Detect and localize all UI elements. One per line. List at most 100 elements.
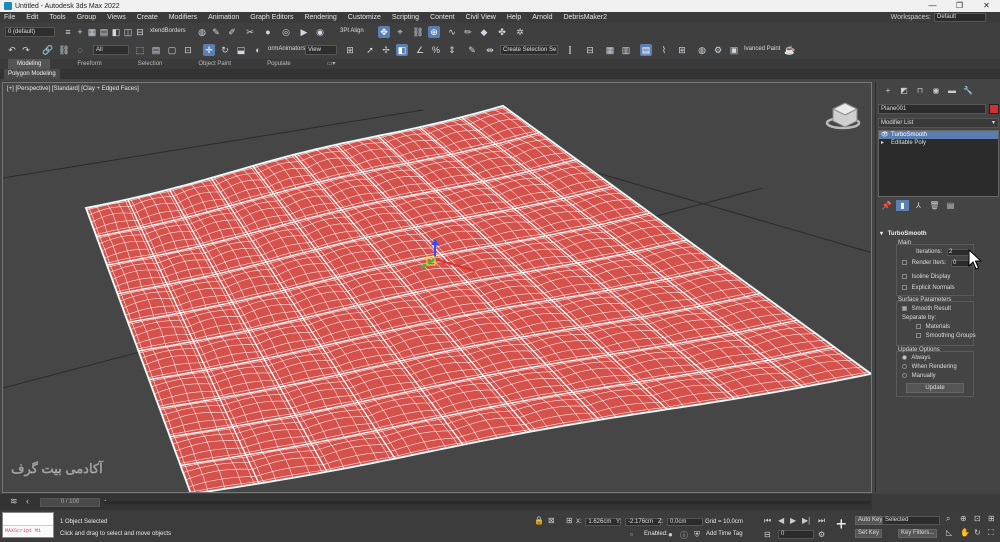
move-gizmo-icon[interactable]: ✥ bbox=[378, 26, 390, 38]
place-icon[interactable]: ◐ bbox=[252, 44, 264, 56]
paint-icon[interactable]: ✏ bbox=[462, 26, 474, 38]
layer-explorer-icon[interactable]: ▤ bbox=[98, 26, 110, 38]
explicit-normals-checkbox[interactable] bbox=[902, 285, 907, 290]
select-rotate-icon[interactable]: ↻ bbox=[219, 44, 231, 56]
viewport-label[interactable]: [+] [Perspective] [Standard] [Clay + Edg… bbox=[7, 86, 139, 92]
menu-group[interactable]: Group bbox=[77, 14, 96, 21]
set-key-button[interactable]: Set Key bbox=[855, 529, 883, 538]
add-time-tag[interactable]: Add Time Tag bbox=[706, 531, 743, 537]
menu-help[interactable]: Help bbox=[507, 14, 521, 21]
next-key-icon[interactable]: ▶| bbox=[802, 516, 810, 525]
tab-selection[interactable]: Selection bbox=[129, 59, 172, 69]
current-frame-field[interactable]: 0 bbox=[778, 530, 814, 539]
remove-modifier-icon[interactable]: 🗑 bbox=[928, 200, 941, 211]
maxscript-listener[interactable]: MAXScript Mi bbox=[2, 512, 54, 538]
set-key-icon[interactable]: + bbox=[836, 514, 847, 535]
sel-key-icon[interactable]: ▫ bbox=[630, 530, 633, 539]
menu-arnold[interactable]: Arnold bbox=[532, 14, 552, 21]
tab-populate[interactable]: Populate bbox=[258, 59, 300, 69]
stack-item-turbosmooth[interactable]: 👁 TurboSmooth bbox=[879, 131, 998, 139]
schematic-view-icon[interactable]: ⊞ bbox=[676, 44, 688, 56]
animators-label[interactable]: ormAnimators bbox=[268, 46, 305, 52]
align-icon[interactable]: ⫿ bbox=[564, 44, 576, 56]
fov-icon[interactable]: ◺ bbox=[946, 528, 952, 537]
show-end-result-icon[interactable]: ▮ bbox=[896, 200, 909, 211]
iterations-spinner[interactable]: 2 bbox=[947, 249, 970, 256]
y-field[interactable]: -2.176cm bbox=[625, 518, 662, 526]
menu-scripting[interactable]: Scripting bbox=[392, 14, 419, 21]
tab-modeling[interactable]: Modeling bbox=[8, 59, 51, 69]
minimize-button[interactable]: — bbox=[919, 0, 946, 12]
key-filters-button[interactable]: Key Filters... bbox=[898, 529, 938, 538]
grid-toggle-icon[interactable]: ▦ bbox=[86, 26, 98, 38]
z-field[interactable]: 0.0cm bbox=[667, 518, 704, 526]
zoom-extents-all-icon[interactable]: ⊞ bbox=[988, 514, 995, 523]
render-iters-checkbox[interactable] bbox=[902, 260, 907, 265]
menu-views[interactable]: Views bbox=[107, 14, 126, 21]
edit-named-sel-icon[interactable]: ✎ bbox=[466, 44, 478, 56]
scene-explorer-icon[interactable]: ◧ bbox=[110, 26, 122, 38]
eye-icon[interactable]: 👁 bbox=[881, 131, 889, 139]
select-by-name-icon[interactable]: ▤ bbox=[150, 44, 162, 56]
play-icon[interactable]: ▶ bbox=[298, 26, 310, 38]
go-to-start-icon[interactable]: ⏮ bbox=[764, 516, 771, 526]
ribbon-options-icon[interactable]: ▭▾ bbox=[318, 59, 345, 69]
brush-icon[interactable]: ✐ bbox=[226, 26, 238, 38]
container-icon[interactable]: ◫ bbox=[122, 26, 134, 38]
auto-key-button[interactable]: Auto Key bbox=[855, 516, 886, 525]
bind-space-warp-icon[interactable]: ◌ bbox=[74, 44, 86, 56]
record-icon[interactable]: ◉ bbox=[314, 26, 326, 38]
select-manipulate-icon[interactable]: ➚ bbox=[364, 44, 376, 56]
zoom-all-icon[interactable]: ⊕ bbox=[960, 514, 967, 523]
deform-icon[interactable]: ✲ bbox=[514, 26, 526, 38]
render-teapot-icon[interactable]: ☕ bbox=[784, 44, 796, 56]
relax-icon[interactable]: ◎ bbox=[280, 26, 292, 38]
curve-editor-icon[interactable]: ⌇ bbox=[658, 44, 670, 56]
create-tab-icon[interactable]: + bbox=[880, 86, 896, 96]
pivot-icon[interactable]: ⊞ bbox=[344, 44, 356, 56]
info-icon[interactable]: ⓘ bbox=[680, 530, 688, 541]
modify-tab-icon[interactable]: ◩ bbox=[896, 86, 912, 96]
link-select-icon[interactable]: 🔗 bbox=[42, 44, 54, 56]
soft-select-icon[interactable]: ◍ bbox=[196, 26, 208, 38]
workspace-dropdown[interactable]: Default bbox=[934, 13, 986, 22]
play-animation-icon[interactable]: ▶ bbox=[790, 516, 796, 525]
xtend-borders-label[interactable]: xtendBorders bbox=[150, 28, 186, 34]
selection-filter-dropdown[interactable]: All bbox=[93, 45, 129, 55]
orbit-icon[interactable]: ↻ bbox=[974, 528, 981, 537]
redo-icon[interactable]: ↷ bbox=[20, 44, 32, 56]
menu-file[interactable]: File bbox=[4, 14, 15, 21]
curve-icon[interactable]: ∿ bbox=[446, 26, 458, 38]
menu-create[interactable]: Create bbox=[137, 14, 158, 21]
isolate-icon[interactable]: ⊠ bbox=[548, 516, 555, 525]
zoom-extents-icon[interactable]: ⊡ bbox=[974, 514, 981, 523]
time-tag-icon[interactable]: ⛨ bbox=[694, 530, 700, 540]
select-scale-icon[interactable]: ⬓ bbox=[235, 44, 247, 56]
angle-snap-icon[interactable]: ∠ bbox=[414, 44, 426, 56]
hierarchy-icon[interactable]: ⊟ bbox=[134, 26, 146, 38]
advanced-paint-label[interactable]: Ivanced Paint bbox=[744, 46, 780, 52]
percent-snap-icon[interactable]: % bbox=[430, 44, 442, 56]
go-to-end-icon[interactable]: ⏭ bbox=[818, 516, 825, 526]
menu-graph-editors[interactable]: Graph Editors bbox=[250, 14, 293, 21]
pin-stack-icon[interactable]: 📌 bbox=[880, 200, 893, 211]
pan-icon[interactable]: ✋ bbox=[960, 528, 970, 537]
named-selection-set-dropdown[interactable]: Create Selection Se bbox=[500, 45, 558, 55]
sphere-icon[interactable]: ● bbox=[262, 26, 274, 38]
select-lasso-icon[interactable]: ⌖ bbox=[394, 26, 406, 38]
menu-content[interactable]: Content bbox=[430, 14, 455, 21]
select-object-icon[interactable]: ⬚ bbox=[134, 44, 146, 56]
snap-icon[interactable]: ⊕ bbox=[428, 26, 440, 38]
display-tab-icon[interactable]: ▬ bbox=[944, 86, 960, 96]
make-unique-icon[interactable]: ⅄ bbox=[912, 200, 925, 211]
materials-checkbox[interactable] bbox=[916, 324, 921, 329]
prev-frame-icon[interactable]: ‹ bbox=[26, 496, 29, 506]
smooth-result-checkbox[interactable] bbox=[902, 306, 907, 311]
modifier-list-dropdown[interactable]: Modifier List ▾ bbox=[878, 118, 999, 128]
link-icon[interactable]: ⛓ bbox=[412, 26, 424, 38]
menu-civil-view[interactable]: Civil View bbox=[466, 14, 496, 21]
toggle-layer-explorer-icon[interactable]: ▥ bbox=[620, 44, 632, 56]
timeline-track[interactable] bbox=[104, 501, 870, 504]
render-setup-icon[interactable]: ⚙ bbox=[712, 44, 724, 56]
keyboard-shortcut-icon[interactable]: ✢ bbox=[380, 44, 392, 56]
